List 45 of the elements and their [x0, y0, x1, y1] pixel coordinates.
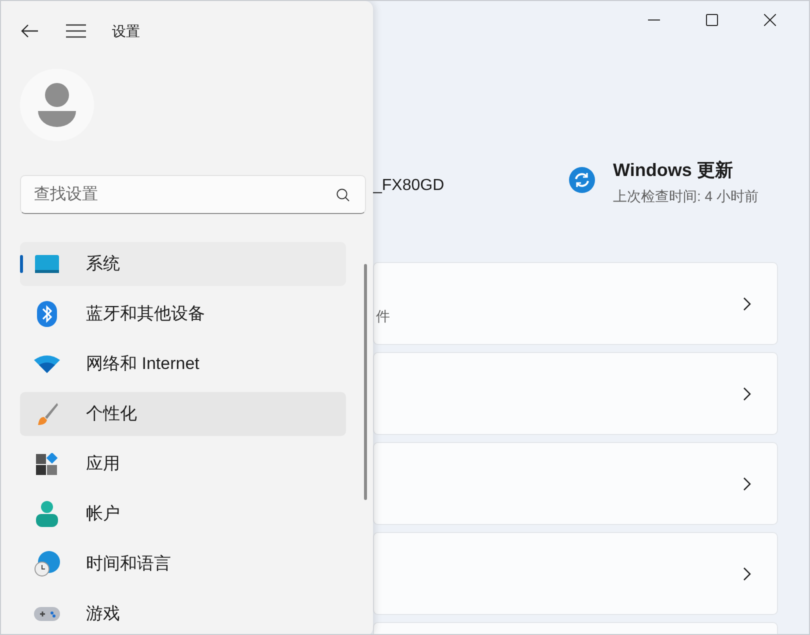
globe-clock-icon: [34, 550, 60, 577]
monitor-icon: [35, 254, 59, 273]
settings-card[interactable]: 件: [373, 262, 778, 345]
nav-label: 蓝牙和其他设备: [86, 303, 205, 326]
nav-label: 系统: [86, 253, 120, 276]
apps-icon: [36, 452, 58, 475]
person-icon: [36, 500, 58, 527]
gamepad-icon: [34, 604, 60, 623]
sync-icon: [569, 167, 595, 193]
chevron-right-icon: [743, 386, 751, 400]
card-text: 件: [376, 308, 390, 324]
chevron-right-icon: [743, 566, 751, 580]
close-icon: [764, 14, 776, 26]
nav-label: 应用: [86, 453, 120, 476]
paintbrush-icon: [35, 402, 59, 426]
nav-item[interactable]: 游戏: [20, 592, 346, 634]
maximize-icon: [706, 14, 718, 26]
search-icon: [336, 188, 350, 202]
update-subtitle: 上次检查时间: 4 小时前: [613, 187, 758, 206]
chevron-right-icon: [743, 296, 751, 310]
search-field[interactable]: 查找设置: [20, 175, 366, 214]
nav-label: 游戏: [86, 603, 120, 626]
selection-indicator: [20, 254, 23, 273]
nav-item[interactable]: 时间和语言: [20, 542, 346, 586]
nav-item[interactable]: 帐户: [20, 492, 346, 536]
device-name: _FX80GD: [373, 176, 446, 196]
wifi-icon: [34, 354, 60, 373]
update-title: Windows 更新: [613, 159, 734, 182]
nav-item[interactable]: 蓝牙和其他设备: [20, 292, 346, 336]
nav-item[interactable]: 系统: [20, 242, 346, 286]
nav-label: 时间和语言: [86, 553, 171, 576]
nav-item[interactable]: 网络和 Internet: [20, 342, 346, 386]
bluetooth-icon: [37, 300, 57, 327]
settings-card[interactable]: [373, 532, 778, 615]
nav-item[interactable]: 个性化: [20, 392, 346, 436]
minimize-icon: [648, 19, 660, 21]
nav-item[interactable]: 应用: [20, 442, 346, 486]
nav-label: 网络和 Internet: [86, 353, 200, 376]
chevron-right-icon: [743, 476, 751, 490]
settings-card[interactable]: [373, 442, 778, 525]
settings-card[interactable]: [373, 352, 778, 435]
person-silhouette-icon: [38, 83, 76, 128]
nav-label: 帐户: [86, 503, 120, 526]
nav-label: 个性化: [86, 403, 137, 426]
window-title: 设置: [112, 22, 140, 41]
